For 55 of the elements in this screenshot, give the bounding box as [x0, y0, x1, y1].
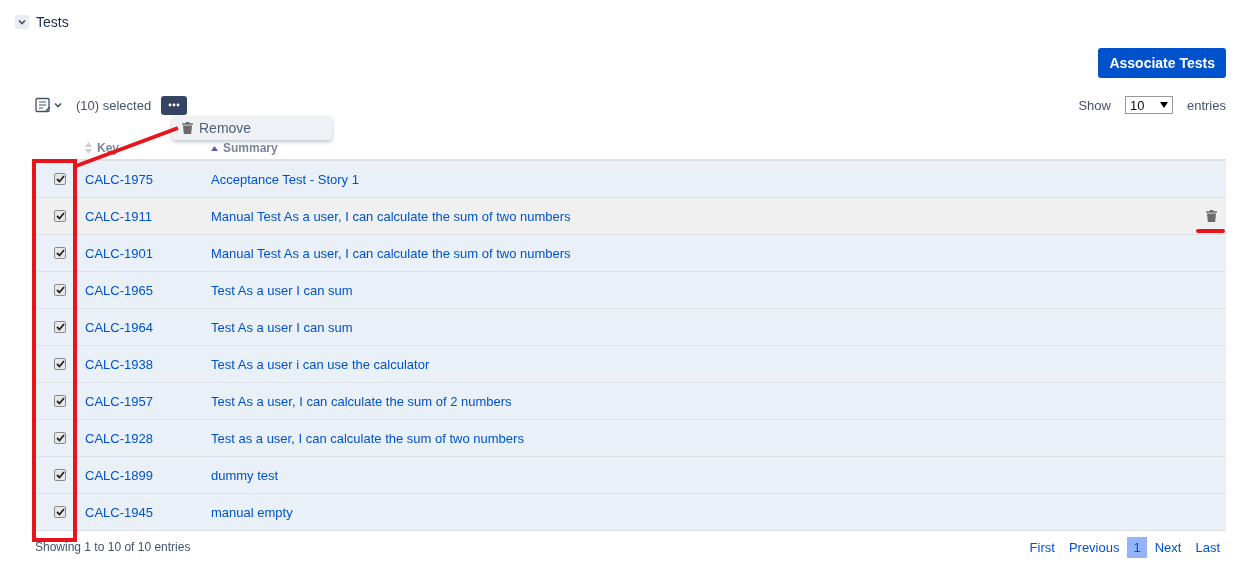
test-key-link[interactable]: CALC-1928 — [85, 430, 211, 446]
page-length-select[interactable]: 10 — [1124, 96, 1173, 114]
table-info: Showing 1 to 10 of 10 entries — [35, 540, 191, 554]
row-checkbox[interactable] — [54, 358, 66, 370]
test-summary-link[interactable]: Test As a user i can use the calculator — [211, 356, 1196, 372]
show-label: Show — [1078, 97, 1111, 113]
test-key-link[interactable]: CALC-1965 — [85, 282, 211, 298]
column-header[interactable]: Summary — [211, 141, 611, 155]
test-summary-link[interactable]: Test as a user, I can calculate the sum of two numbers — [211, 430, 1196, 446]
pagination-link[interactable]: Last — [1189, 536, 1226, 558]
row-checkbox[interactable] — [54, 247, 66, 259]
test-key-link[interactable]: CALC-1901 — [85, 245, 211, 261]
pagination-link[interactable]: Next — [1148, 536, 1188, 558]
row-checkbox[interactable] — [54, 284, 66, 296]
test-summary-link[interactable]: Manual Test As a user, I can calculate the sum of two numbers — [211, 208, 1196, 224]
trash-icon — [1205, 209, 1217, 223]
test-summary-link[interactable]: Manual Test As a user, I can calculate the sum of two numbers — [211, 245, 1196, 261]
test-key-link[interactable]: CALC-1945 — [85, 504, 211, 520]
row-checkbox[interactable] — [54, 506, 66, 518]
test-summary-link[interactable]: manual empty — [211, 504, 1196, 520]
pagination-link[interactable]: 1 — [1127, 536, 1147, 558]
menu-item[interactable]: Remove — [182, 120, 252, 136]
pagination-link[interactable]: Previous — [1062, 536, 1126, 558]
trash-icon — [182, 121, 193, 135]
entries-label: entries — [1186, 97, 1226, 113]
row-checkbox[interactable] — [54, 173, 66, 185]
dropdown-arrow-icon — [1159, 102, 1168, 108]
test-key-link[interactable]: CALC-1911 — [85, 208, 211, 224]
test-key-link[interactable]: CALC-1964 — [85, 319, 211, 335]
test-summary-link[interactable]: Test As a user, I can calculate the sum of 2 numbers — [211, 393, 1196, 409]
row-checkbox[interactable] — [54, 469, 66, 481]
test-key-link[interactable]: CALC-1957 — [85, 393, 211, 409]
list-options-button[interactable] — [35, 97, 62, 113]
test-summary-link[interactable]: Acceptance Test - Story 1 — [211, 171, 1196, 187]
chevron-down-icon — [54, 101, 62, 109]
pagination-link[interactable]: First — [1023, 536, 1061, 558]
list-edit-icon — [35, 97, 51, 113]
test-summary-link[interactable]: dummy test — [211, 467, 1196, 483]
selected-count: (10) selected — [76, 97, 152, 113]
test-key-link[interactable]: CALC-1938 — [85, 356, 211, 372]
test-summary-link[interactable]: Test As a user I can sum — [211, 319, 1196, 335]
row-checkbox[interactable] — [54, 432, 66, 444]
row-checkbox[interactable] — [54, 210, 66, 222]
ellipsis-icon — [168, 103, 181, 107]
chevron-down-icon — [18, 18, 26, 26]
test-key-link[interactable]: CALC-1975 — [85, 171, 211, 187]
row-checkbox[interactable] — [54, 395, 66, 407]
test-key-link[interactable]: CALC-1899 — [85, 467, 211, 483]
associate-tests-button[interactable]: Associate Tests — [1098, 48, 1226, 78]
annotation-underline — [1196, 229, 1225, 233]
collapse-toggle[interactable] — [15, 15, 29, 29]
more-actions-button[interactable] — [161, 95, 188, 115]
row-checkbox[interactable] — [54, 321, 66, 333]
test-summary-link[interactable]: Test As a user I can sum — [211, 282, 1196, 298]
section-title: Tests — [36, 14, 69, 30]
